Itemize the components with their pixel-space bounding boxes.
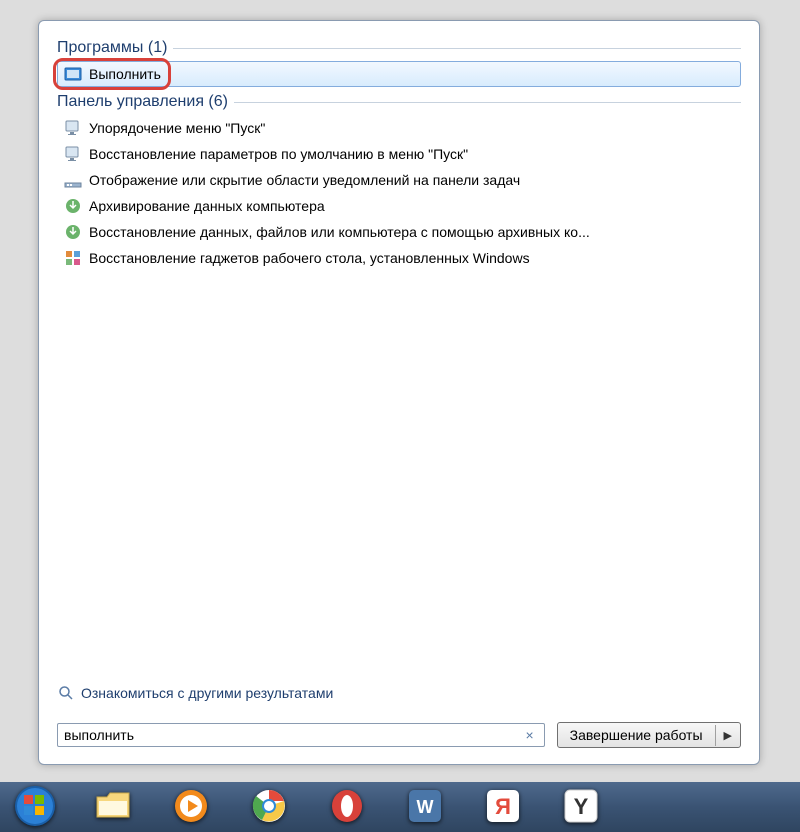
taskbar-item-start-button[interactable] [6, 787, 64, 827]
gadget-icon [63, 248, 83, 268]
clear-search-button[interactable]: × [521, 727, 537, 743]
result-item-cp-0[interactable]: Упорядочение меню "Пуск" [57, 115, 741, 141]
section-header-programs: Программы (1) [57, 39, 741, 57]
backup-icon [63, 222, 83, 242]
search-icon [57, 684, 75, 702]
result-label: Восстановление гаджетов рабочего стола, … [89, 250, 530, 266]
svg-text:W: W [417, 797, 434, 817]
wmp-icon [174, 789, 208, 826]
ya-red-icon: Я [486, 789, 520, 826]
start-menu-panel: Программы (1) Выполнить Панель управлени… [38, 20, 760, 765]
result-item-cp-4[interactable]: Восстановление данных, файлов или компью… [57, 219, 741, 245]
taskbar-item-chrome[interactable] [240, 787, 298, 827]
folder-icon [95, 791, 131, 824]
chrome-icon [252, 789, 286, 826]
bottom-bar: × Завершение работы ▶ [39, 712, 759, 764]
result-item-cp-1[interactable]: Восстановление параметров по умолчанию в… [57, 141, 741, 167]
result-item-run[interactable]: Выполнить [57, 61, 741, 87]
result-item-cp-3[interactable]: Архивирование данных компьютера [57, 193, 741, 219]
taskbar-item-vk[interactable]: W [396, 787, 454, 827]
taskbar-item-explorer[interactable] [84, 787, 142, 827]
taskbar-item-media-player[interactable] [162, 787, 220, 827]
search-box[interactable]: × [57, 723, 545, 747]
result-label: Упорядочение меню "Пуск" [89, 120, 265, 136]
result-label: Отображение или скрытие области уведомле… [89, 172, 520, 188]
result-label: Восстановление данных, файлов или компью… [89, 224, 590, 240]
taskbar-item-opera[interactable] [318, 787, 376, 827]
result-item-cp-5[interactable]: Восстановление гаджетов рабочего стола, … [57, 245, 741, 271]
shutdown-button[interactable]: Завершение работы ▶ [557, 722, 741, 748]
section-title: Панель управления (6) [57, 93, 228, 111]
section-divider [234, 102, 741, 103]
backup-icon [63, 196, 83, 216]
svg-text:Y: Y [574, 794, 589, 819]
search-results-area: Программы (1) Выполнить Панель управлени… [39, 21, 759, 672]
section-title: Программы (1) [57, 39, 167, 57]
screen-icon [63, 118, 83, 138]
windows-orb-icon [14, 785, 56, 830]
shutdown-label[interactable]: Завершение работы [558, 723, 715, 747]
taskbar-item-yandex-browser[interactable]: Y [552, 787, 610, 827]
section-divider [173, 48, 741, 49]
taskbar-item-yandex-app[interactable]: Я [474, 787, 532, 827]
shutdown-options-arrow[interactable]: ▶ [715, 725, 740, 746]
bar-icon [63, 170, 83, 190]
search-input[interactable] [64, 727, 521, 743]
run-icon [63, 64, 83, 84]
ya-y-icon: Y [564, 789, 598, 826]
section-header-control-panel: Панель управления (6) [57, 93, 741, 111]
vk-icon: W [408, 789, 442, 826]
taskbar: WЯY [0, 782, 800, 832]
result-label: Архивирование данных компьютера [89, 198, 325, 214]
screen-icon [63, 144, 83, 164]
result-item-cp-2[interactable]: Отображение или скрытие области уведомле… [57, 167, 741, 193]
opera-icon [330, 789, 364, 826]
svg-text:Я: Я [495, 794, 511, 819]
more-results-link[interactable]: Ознакомиться с другими результатами [57, 684, 741, 702]
result-label: Восстановление параметров по умолчанию в… [89, 146, 468, 162]
more-results-label: Ознакомиться с другими результатами [81, 685, 333, 701]
red-highlight-box: Выполнить [53, 58, 171, 90]
result-label: Выполнить [89, 66, 161, 82]
